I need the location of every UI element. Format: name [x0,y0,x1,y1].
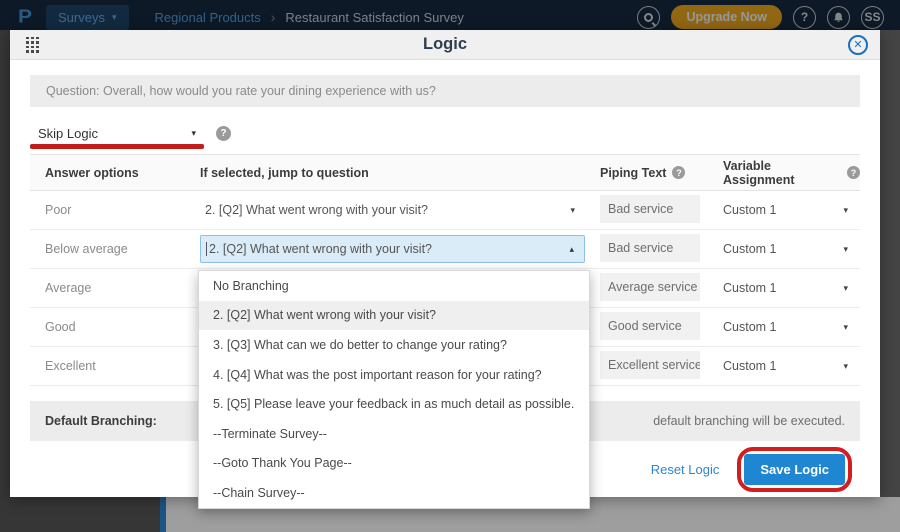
variable-select-value: Custom 1 [723,359,777,373]
modal-title: Logic [10,35,880,54]
reset-logic-link[interactable]: Reset Logic [651,462,720,477]
jump-select[interactable]: 2. [Q2] What went wrong with your visit? [200,235,585,263]
logic-modal: Logic ✕ Question: Overall, how would you… [10,30,880,497]
variable-select-value: Custom 1 [723,281,777,295]
logic-type-value: Skip Logic [38,126,98,141]
piping-text-input[interactable]: Excellent service [600,351,700,379]
piping-text-input[interactable]: Good service [600,312,700,340]
variable-select[interactable]: Custom 1 [723,359,860,373]
dropdown-option[interactable]: --Goto Thank You Page-- [199,449,589,479]
piping-text-input[interactable]: Average service [600,273,700,301]
answer-option-label: Good [30,320,200,334]
variable-select[interactable]: Custom 1 [723,281,860,295]
piping-text-input[interactable]: Bad service [600,195,700,223]
variable-select-value: Custom 1 [723,242,777,256]
variable-select-value: Custom 1 [723,203,777,217]
logic-type-select[interactable]: Skip Logic ▾ [30,126,202,141]
screen: P Surveys ▾ Regional Products › Restaura… [0,0,900,532]
jump-dropdown-panel: No Branching2. [Q2] What went wrong with… [198,270,590,509]
table-header: Answer options If selected, jump to ques… [30,154,860,191]
answer-option-label: Excellent [30,359,200,373]
annotation-highlight-oval: Save Logic [737,447,852,492]
dropdown-option[interactable]: --Terminate Survey-- [199,419,589,449]
dropdown-option[interactable]: --Chain Survey-- [199,478,589,508]
dropdown-option[interactable]: 3. [Q3] What can we do better to change … [199,330,589,360]
piping-text-input[interactable]: Bad service [600,234,700,262]
col-variable: Variable Assignment? [723,159,860,187]
default-branching-note: default branching will be executed. [653,414,860,428]
jump-cell: 2. [Q2] What went wrong with your visit? [200,191,600,229]
col-piping: Piping Text? [600,166,723,180]
dropdown-option[interactable]: 5. [Q5] Please leave your feedback in as… [199,389,589,419]
annotation-underline [30,144,204,149]
drag-handle-icon[interactable] [26,37,39,53]
logic-type-row: Skip Logic ▾ ? [30,120,860,146]
jump-cell: 2. [Q2] What went wrong with your visit? [200,230,600,268]
help-icon[interactable]: ? [847,166,860,179]
dropdown-option[interactable]: No Branching [199,271,589,301]
close-icon: ✕ [853,38,862,51]
close-button[interactable]: ✕ [848,35,868,55]
table-row: Poor 2. [Q2] What went wrong with your v… [30,191,860,230]
modal-header: Logic ✕ [10,30,880,60]
variable-select[interactable]: Custom 1 [723,242,860,256]
col-answer-options: Answer options [30,166,200,180]
save-logic-button[interactable]: Save Logic [744,454,845,485]
variable-select[interactable]: Custom 1 [723,320,860,334]
table-row: Below average 2. [Q2] What went wrong wi… [30,230,860,269]
jump-select-value: 2. [Q2] What went wrong with your visit? [205,203,428,217]
dropdown-option[interactable]: 2. [Q2] What went wrong with your visit? [199,301,589,331]
answer-option-label: Poor [30,203,200,217]
jump-select[interactable]: 2. [Q2] What went wrong with your visit? [200,196,585,224]
variable-select[interactable]: Custom 1 [723,203,860,217]
answer-option-label: Average [30,281,200,295]
help-icon[interactable]: ? [672,166,685,179]
variable-select-value: Custom 1 [723,320,777,334]
question-bar: Question: Overall, how would you rate yo… [30,75,860,107]
answer-option-label: Below average [30,242,200,256]
dropdown-option[interactable]: 4. [Q4] What was the post important reas… [199,360,589,390]
col-jump: If selected, jump to question [200,166,600,180]
default-branching-label: Default Branching: [30,414,157,428]
chevron-down-icon: ▾ [191,128,196,139]
help-icon[interactable]: ? [216,126,231,141]
question-text: Question: Overall, how would you rate yo… [46,84,436,98]
jump-select-value: 2. [Q2] What went wrong with your visit? [206,242,432,256]
